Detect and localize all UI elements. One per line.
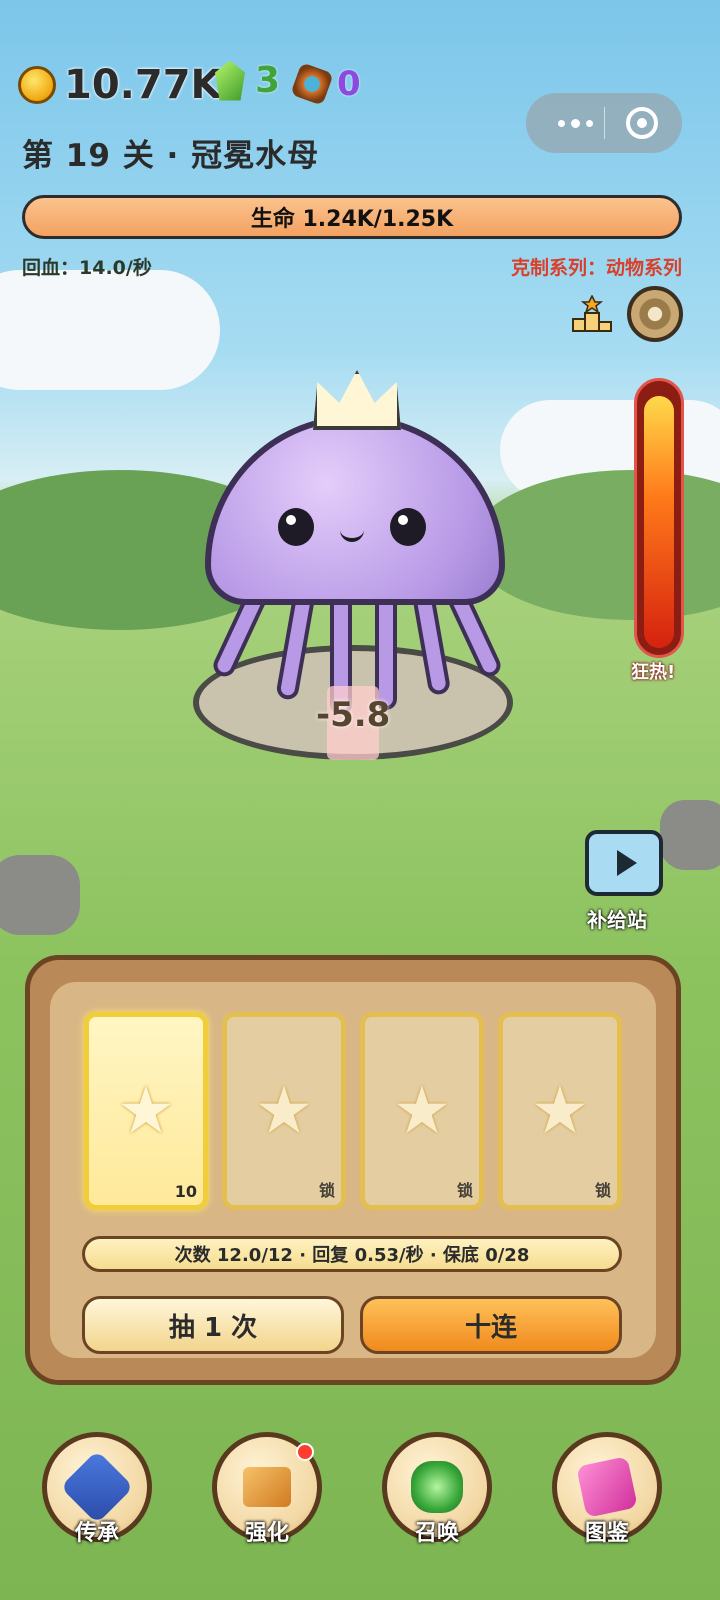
boss-hp-bar: 生命 1.24K/1.25K — [22, 195, 682, 239]
coin-amount: 10.77K — [64, 62, 222, 108]
jellyfish-boss[interactable] — [205, 415, 505, 605]
coin-icon — [18, 66, 56, 104]
rock-left — [0, 855, 80, 935]
star-icon: ★ — [116, 1072, 176, 1149]
star-icon: ★ — [392, 1072, 452, 1149]
cloud-left — [0, 270, 220, 390]
book-icon — [576, 1456, 638, 1518]
settings-gear-icon[interactable] — [627, 286, 683, 342]
card-slot-tag: 10 — [174, 1182, 197, 1201]
play-icon — [617, 850, 637, 876]
rune-counter: 0 — [290, 62, 361, 106]
close-target-icon[interactable] — [626, 107, 658, 139]
rage-gauge — [634, 378, 684, 658]
boss-hp-text: 生命 1.24K/1.25K — [250, 207, 454, 232]
nav-enhance-label: 强化 — [244, 1521, 289, 1546]
card-slot-3[interactable]: ★ 锁 — [360, 1012, 484, 1210]
draw-status-bar: 次数 12.0/12 · 回复 0.53/秒 · 保底 0/28 — [82, 1236, 622, 1272]
game-scene: 10.77K 3 0 第 19 关 · 冠冕水母 生命 1.24K/1.25K … — [0, 0, 720, 1600]
counter-series: 克制系列：动物系列 — [510, 257, 682, 279]
rage-label: 狂热! — [631, 662, 676, 683]
capsule-divider — [604, 107, 605, 139]
nav-inheritance-label: 传承 — [74, 1521, 119, 1546]
gem-amount: 3 — [255, 60, 281, 101]
nav-summon-label: 召唤 — [414, 1521, 459, 1546]
gem-counter: 3 — [215, 60, 280, 101]
green-gem-icon — [215, 60, 245, 101]
hammer-icon — [243, 1467, 291, 1507]
draw-ten-label: 十连 — [464, 1312, 517, 1343]
jellyfish-right-eye — [390, 508, 426, 546]
leaderboard-podium-icon[interactable] — [571, 295, 613, 333]
card-slot-4[interactable]: ★ 锁 — [498, 1012, 622, 1210]
card-slot-2[interactable]: ★ 锁 — [222, 1012, 346, 1210]
rage-gauge-fill — [644, 396, 674, 648]
summon-crystal-icon — [411, 1461, 463, 1513]
miniprogram-capsule — [526, 93, 682, 153]
card-slot-tag: 锁 — [456, 1181, 473, 1200]
draw-one-label: 抽 1 次 — [168, 1312, 258, 1343]
notification-badge — [296, 1443, 314, 1461]
star-icon: ★ — [254, 1072, 314, 1149]
draw-status-text: 次数 12.0/12 · 回复 0.53/秒 · 保底 0/28 — [174, 1245, 530, 1266]
card-slot-tag: 锁 — [594, 1181, 611, 1200]
jellyfish-left-eye — [278, 508, 314, 546]
draw-ten-button[interactable]: 十连 — [360, 1296, 622, 1354]
card-slot-1[interactable]: ★ 10 — [84, 1012, 208, 1210]
more-dots-icon[interactable] — [546, 107, 604, 139]
supply-station-button[interactable] — [585, 830, 663, 896]
regen-rate: 回血：14.0/秒 — [22, 257, 152, 279]
rock-right — [660, 800, 720, 870]
crown-icon — [313, 370, 401, 430]
star-icon: ★ — [530, 1072, 590, 1149]
rune-icon — [290, 62, 334, 106]
level-title: 第 19 关 · 冠冕水母 — [22, 138, 320, 174]
draw-one-button[interactable]: 抽 1 次 — [82, 1296, 344, 1354]
nav-codex-label: 图鉴 — [584, 1521, 629, 1546]
supply-station-label: 补给站 — [587, 908, 647, 932]
damage-popup: -5.8 — [316, 695, 391, 735]
scroll-gem-icon — [60, 1450, 134, 1524]
rune-amount: 0 — [337, 64, 361, 104]
coin-counter: 10.77K — [18, 62, 222, 108]
card-slot-tag: 锁 — [318, 1181, 335, 1200]
